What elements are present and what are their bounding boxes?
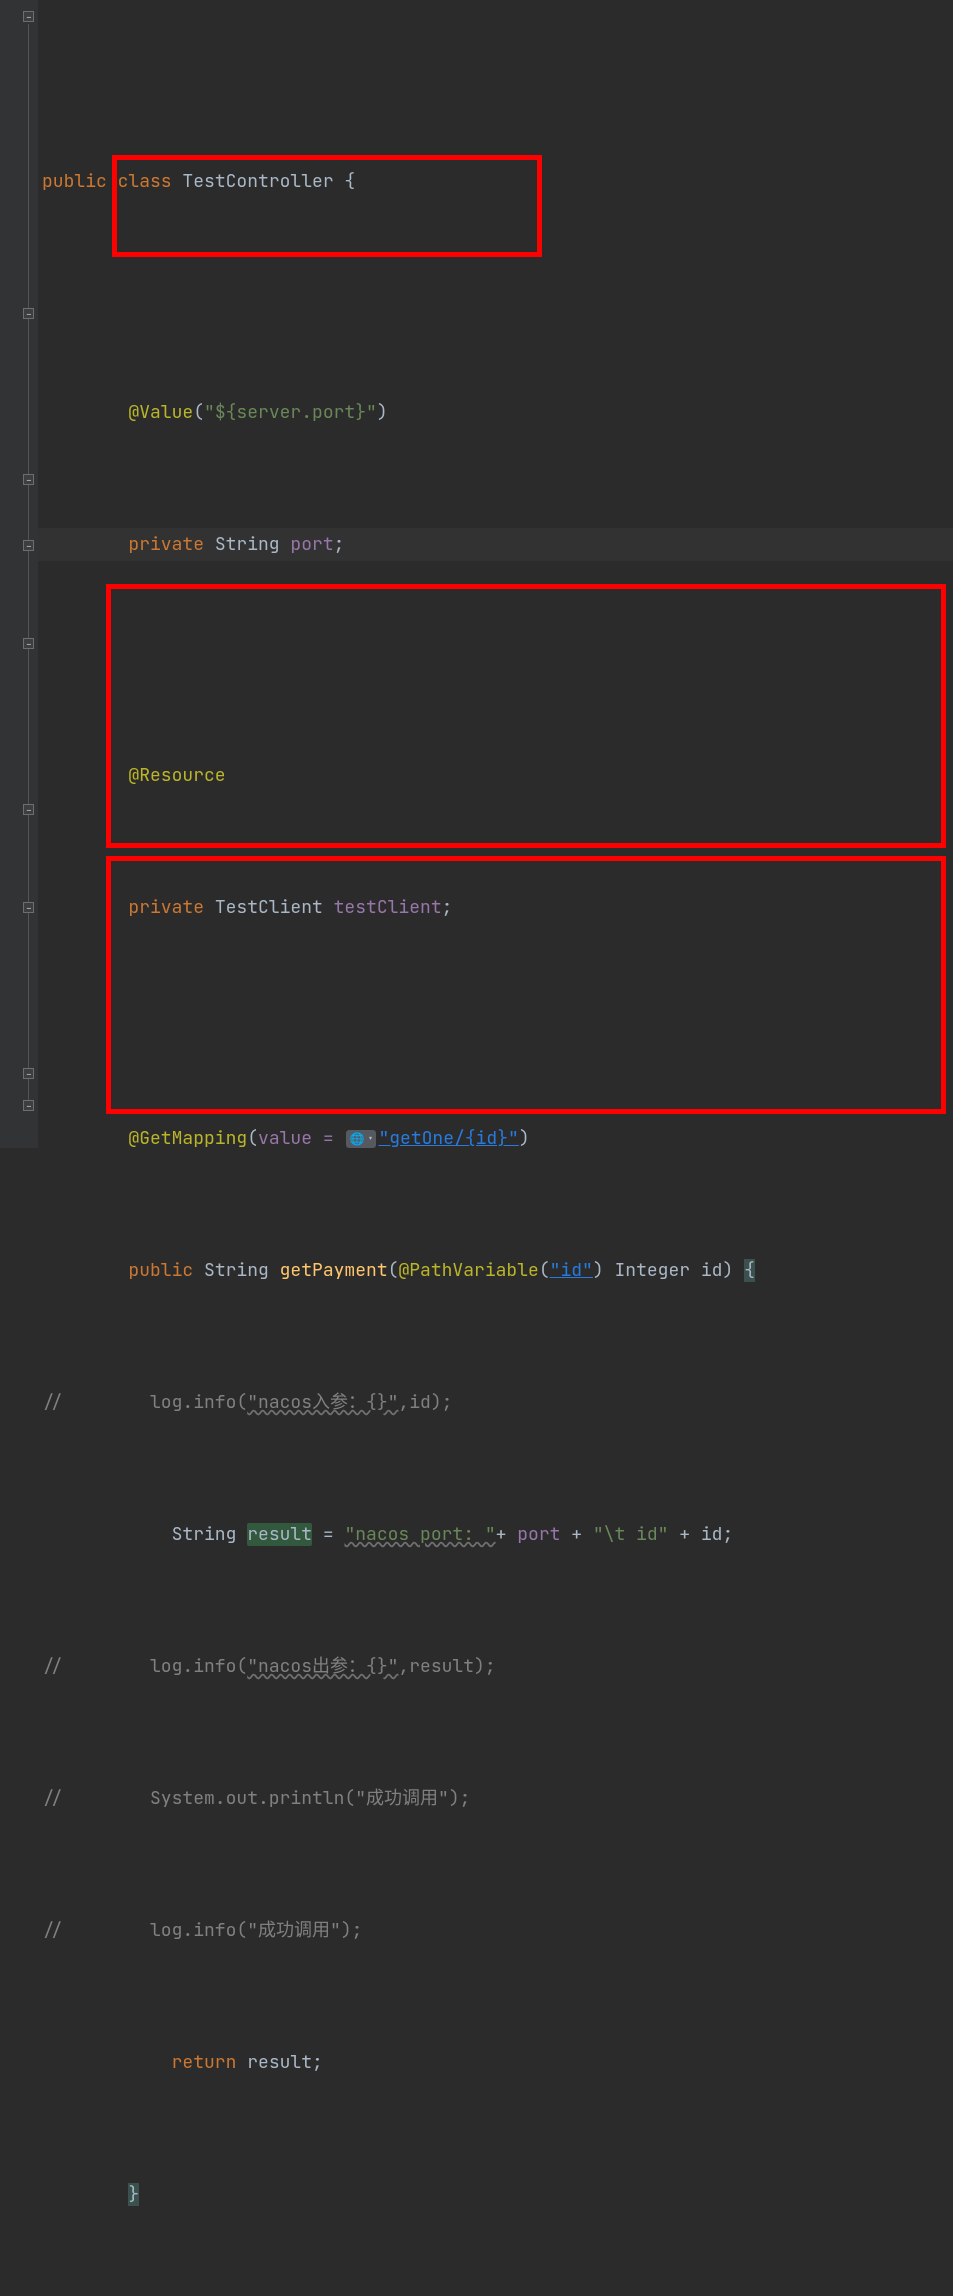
code-line[interactable]: // log.info("nacos出参：{}",result); <box>42 1650 953 1683</box>
code-line[interactable]: // log.info("成功调用"); <box>42 1914 953 1947</box>
globe-icon[interactable]: 🌐 <box>346 1130 376 1148</box>
code-line[interactable]: public String getPayment(@PathVariable("… <box>42 1254 953 1287</box>
code-line[interactable]: public class TestController { <box>42 165 953 198</box>
code-line[interactable]: String result = "nacos port: "+ port + "… <box>42 1518 953 1551</box>
code-line[interactable]: // System.out.println("成功调用"); <box>42 1782 953 1815</box>
code-line[interactable]: // log.info("nacos入参：{}",id); <box>42 1386 953 1419</box>
highlight-box-test1 <box>106 584 946 848</box>
gutter <box>0 0 38 1148</box>
code-line[interactable]: @GetMapping(value = 🌐"getOne/{id}") <box>42 1122 953 1155</box>
code-line[interactable]: @Resource <box>42 759 953 792</box>
code-line[interactable]: } <box>42 2178 953 2211</box>
code-line[interactable]: return result; <box>42 2046 953 2079</box>
code-line[interactable]: @Value("${server.port}") <box>42 396 953 429</box>
code-editor[interactable]: public class TestController { @Value("${… <box>0 0 953 1148</box>
code-line[interactable]: private String port; <box>42 528 953 561</box>
code-area[interactable]: public class TestController { @Value("${… <box>38 0 953 1148</box>
code-line[interactable]: private TestClient testClient; <box>42 891 953 924</box>
